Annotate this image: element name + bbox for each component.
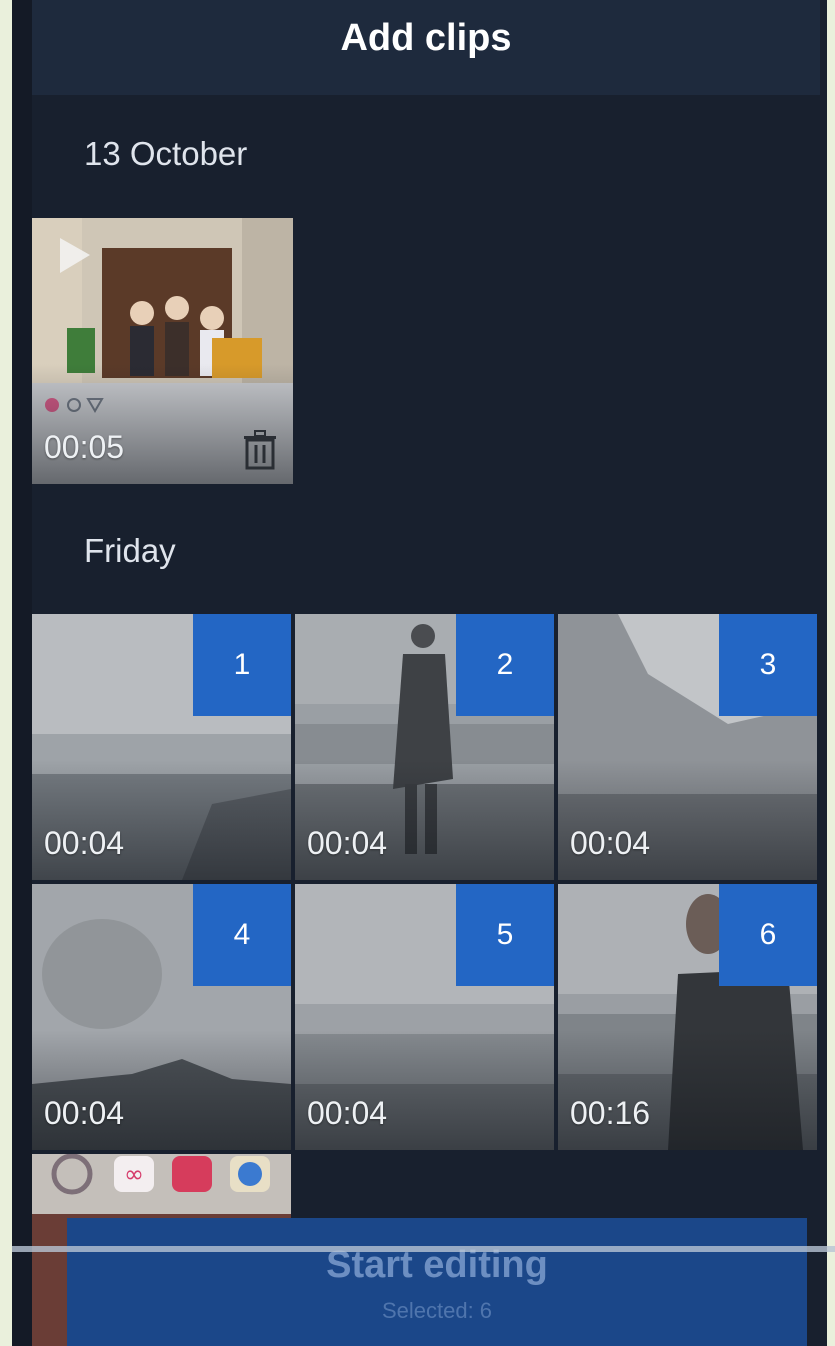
- selection-badge[interactable]: 3: [719, 614, 817, 716]
- selection-badge[interactable]: 4: [193, 884, 291, 986]
- clip-shade: [295, 760, 554, 880]
- selection-badge[interactable]: 6: [719, 884, 817, 986]
- clip-duration: 00:04: [44, 1095, 125, 1131]
- section-title-date: 13 October: [84, 135, 248, 172]
- clip-duration: 00:04: [307, 1095, 388, 1131]
- clip-thumbnail[interactable]: 1 00:04: [32, 614, 291, 880]
- divider-line: [12, 1246, 835, 1252]
- app-screen: Add clips 13 October 00:05 Friday 1 00:0…: [12, 0, 827, 1346]
- clip-thumbnail[interactable]: 4 00:04: [32, 884, 291, 1150]
- selection-badge[interactable]: 5: [456, 884, 554, 986]
- selected-count: Selected: 6: [381, 1298, 493, 1323]
- clip-shade: [558, 1030, 817, 1150]
- svg-text:∞: ∞: [124, 1160, 144, 1188]
- left-edge: [12, 0, 32, 1346]
- clip-thumbnail[interactable]: 5 00:04: [295, 884, 554, 1150]
- selection-badge[interactable]: 2: [456, 614, 554, 716]
- start-editing-button[interactable]: Start editing Selected: 6: [67, 1218, 807, 1346]
- page-title: Add clips: [340, 17, 512, 59]
- clip-thumbnail[interactable]: 2 00:04: [295, 614, 554, 880]
- clip-duration: 00:16: [570, 1095, 651, 1131]
- clip-thumbnail[interactable]: 00:05: [32, 218, 293, 484]
- selection-badge[interactable]: 1: [193, 614, 291, 716]
- clip-duration: 00:04: [44, 825, 125, 861]
- clip-duration: 00:04: [570, 825, 651, 861]
- trash-icon[interactable]: [241, 430, 279, 470]
- clip-duration: 00:05: [44, 429, 125, 465]
- clip-duration: 00:04: [307, 825, 388, 861]
- clip-thumbnail[interactable]: 6 00:16: [558, 884, 817, 1150]
- clip-thumbnail[interactable]: 3 00:04: [558, 614, 817, 880]
- section-title-day: Friday: [84, 532, 176, 569]
- top-bar: Add clips: [32, 0, 820, 95]
- clip-shade: [32, 760, 291, 880]
- clip-shade: [295, 1030, 554, 1150]
- clip-shade: [32, 1030, 291, 1150]
- clip-shade: [558, 760, 817, 880]
